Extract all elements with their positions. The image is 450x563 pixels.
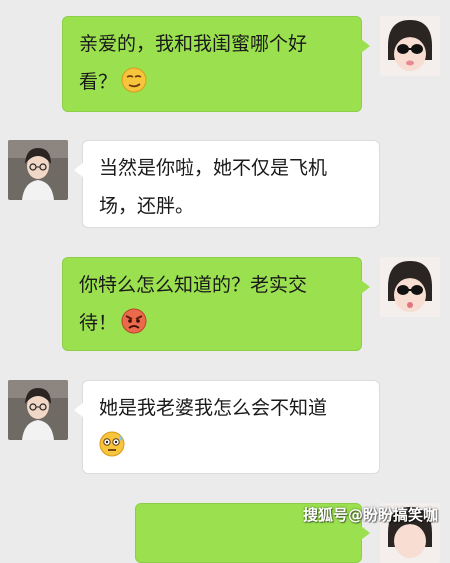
message-bubble-incoming[interactable]: 当然是你啦，她不仅是飞机 场，还胖。	[74, 140, 380, 228]
message-bubble-outgoing[interactable]: 你特么怎么知道的？老实交 待！	[62, 257, 370, 351]
message-text-line: 当然是你啦，她不仅是飞机	[99, 157, 328, 179]
message-text-line: 亲爱的，我和我闺蜜哪个好	[79, 33, 308, 55]
avatar-contact[interactable]	[8, 140, 68, 200]
chat-area: 亲爱的，我和我闺蜜哪个好 看？ 当然是你啦，她不仅是飞机 场，还胖。 你特么怎么…	[0, 0, 450, 563]
message-text-line: 看？	[79, 63, 347, 101]
sweat-emoji-icon	[99, 431, 125, 457]
message-bubble-outgoing[interactable]: 亲爱的，我和我闺蜜哪个好 看？	[62, 16, 370, 112]
message-text-line: 场，还胖。	[99, 195, 195, 217]
avatar-self[interactable]	[380, 257, 440, 317]
watermark-text: 搜狐号@盼盼搞笑咖	[302, 506, 438, 524]
message-bubble-incoming[interactable]: 她是我老婆我怎么会不知道	[74, 380, 380, 474]
message-text-line: 你特么怎么知道的？老实交	[79, 274, 308, 296]
message-text-line: 待！	[79, 304, 347, 342]
message-text-line	[99, 427, 365, 465]
smirk-emoji-icon	[121, 67, 147, 93]
avatar-contact[interactable]	[8, 380, 68, 440]
message-text-line: 她是我老婆我怎么会不知道	[99, 397, 328, 419]
avatar-self[interactable]	[380, 16, 440, 76]
angry-emoji-icon	[121, 308, 147, 334]
